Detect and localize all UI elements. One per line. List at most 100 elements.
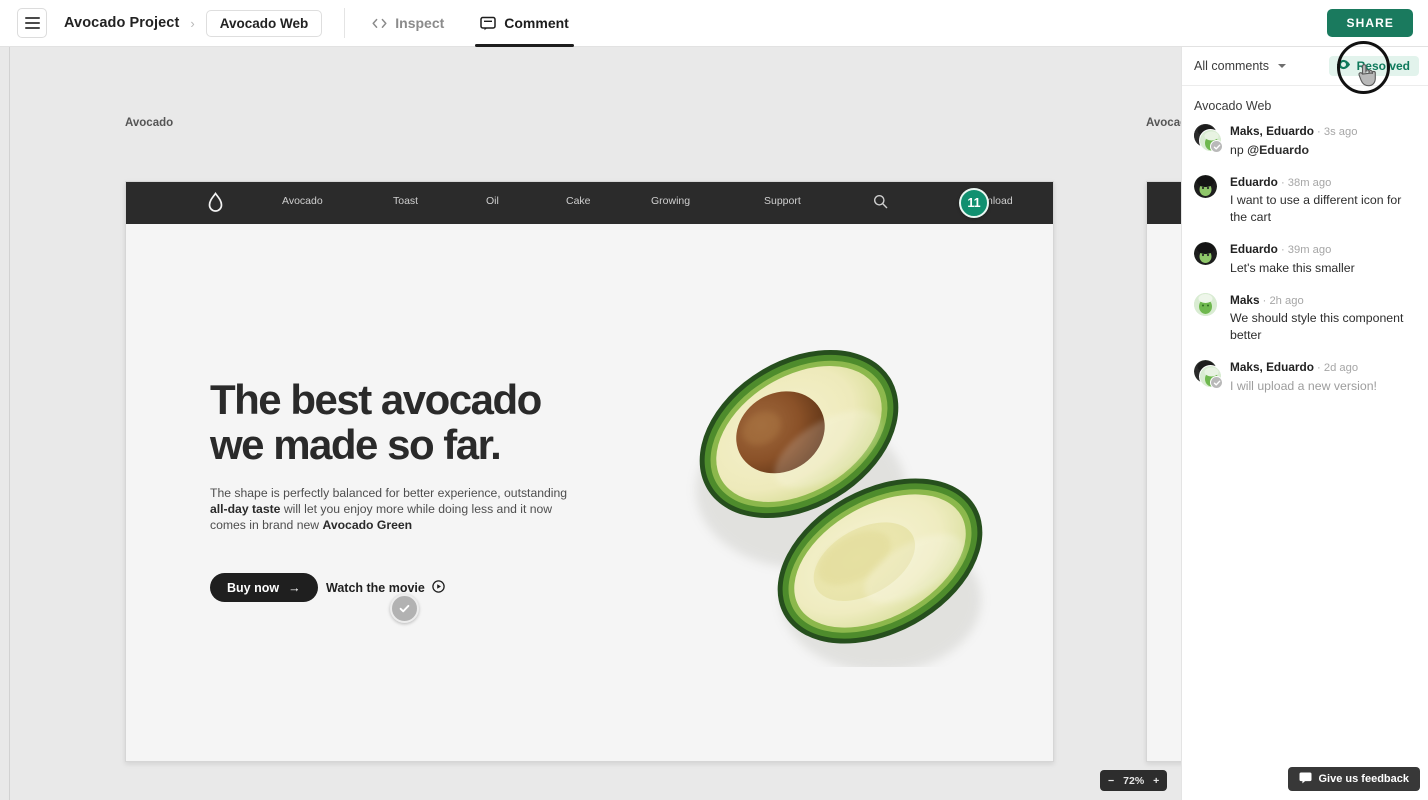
avatar <box>1194 174 1217 198</box>
comment-time: 2h ago <box>1269 294 1304 307</box>
give-feedback-label: Give us feedback <box>1318 773 1410 785</box>
tab-inspect[interactable]: Inspect <box>367 0 449 47</box>
comments-sidebar-header: All comments Resolved <box>1182 47 1428 86</box>
design-canvas[interactable]: Avocado Avocado Toast Oil Cake Growing S… <box>0 47 1181 800</box>
site-navbar-secondary <box>1147 182 1181 224</box>
hero-body-bold2: Avocado Green <box>322 518 413 533</box>
comment-time: 3s ago <box>1323 126 1358 138</box>
share-button[interactable]: SHARE <box>1327 9 1413 37</box>
comment-item[interactable]: Maks, Eduardo · 2d ago I will upload a new… <box>1182 353 1428 404</box>
comment-pin-count: 11 <box>967 196 981 210</box>
comment-author: Eduardo <box>1230 174 1278 189</box>
comment-pin-11[interactable]: 11 <box>959 188 989 218</box>
hero-headline: The best avocado we made so far. <box>210 376 542 468</box>
comment-author: Maks <box>1230 292 1260 307</box>
avatar-stack <box>1194 292 1220 319</box>
avatar-stack <box>1194 124 1223 153</box>
avatar-stack <box>1194 242 1220 268</box>
comment-author: Maks, Eduardo <box>1230 124 1314 138</box>
comment-text-plain: np <box>1230 142 1248 157</box>
canvas-left-edge <box>9 47 10 800</box>
comments-filter-label: All comments <box>1194 59 1270 73</box>
comment-item[interactable]: Eduardo · 38m ago I want to use a differen… <box>1182 168 1428 236</box>
play-circle-icon <box>432 579 445 596</box>
frame-label-main[interactable]: Avocado <box>125 117 173 129</box>
zoom-level-label: 72% <box>1123 774 1145 787</box>
resolved-badge-check-icon <box>1210 376 1223 390</box>
tab-comment-label: Comment <box>504 15 569 31</box>
comment-text: np @Eduardo <box>1230 142 1414 159</box>
site-nav-links: Avocado Toast Oil Cake Growing Support <box>126 182 1053 224</box>
comment-item[interactable]: Maks, Eduardo · 3s ago np @Eduardo <box>1182 117 1428 168</box>
buy-now-label: Buy now <box>227 580 280 595</box>
zoom-out-button[interactable]: − <box>1108 775 1114 787</box>
design-frame-secondary[interactable] <box>1146 181 1181 762</box>
tab-comment[interactable]: Comment <box>475 0 574 47</box>
resolved-comment-pin[interactable] <box>390 594 419 623</box>
resolved-toggle-label: Resolved <box>1356 59 1410 73</box>
breadcrumb-page-chip[interactable]: Avocado Web <box>205 9 323 37</box>
site-navbar: Avocado Toast Oil Cake Growing Support D… <box>126 182 1053 224</box>
arrow-right-icon: → <box>288 580 301 595</box>
comments-filter-dropdown[interactable]: All comments <box>1194 59 1287 73</box>
meta-dot: · <box>1316 360 1321 375</box>
comment-author: Eduardo <box>1230 242 1278 257</box>
comment-body: Eduardo · 38m ago I want to use a differen… <box>1230 175 1414 227</box>
resolved-toggle[interactable]: Resolved <box>1328 56 1419 76</box>
mode-tabs: Inspect Comment <box>367 0 600 47</box>
zoom-control[interactable]: − 72% + <box>1100 770 1168 791</box>
site-nav-link-toast[interactable]: Toast <box>393 195 418 207</box>
comment-mention[interactable]: @Eduardo <box>1247 143 1309 157</box>
comments-section-title: Avocado Web <box>1194 99 1272 113</box>
frame-label-secondary[interactable]: Avocado <box>1146 117 1181 129</box>
comment-body: Maks · 2h ago We should style this compone… <box>1230 293 1414 345</box>
hero-body-text: The shape is perfectly balanced for bett… <box>210 485 575 533</box>
comment-text: I want to use a different icon for the c… <box>1230 193 1402 225</box>
avatar-stack <box>1194 360 1223 390</box>
search-icon[interactable] <box>873 194 888 214</box>
give-feedback-button[interactable]: Give us feedback <box>1287 767 1420 791</box>
breadcrumb-project-name[interactable]: Avocado Project <box>64 15 179 31</box>
breadcrumb-separator: › <box>190 15 195 31</box>
avocado-halves-image <box>666 312 996 672</box>
site-nav-link-oil[interactable]: Oil <box>486 195 499 207</box>
hamburger-menu-icon[interactable] <box>17 8 47 38</box>
comment-body: Maks, Eduardo · 3s ago np @Eduardo <box>1230 124 1414 159</box>
hero-headline-line2: we made so far. <box>210 420 502 468</box>
chevron-down-icon <box>1278 64 1287 68</box>
avatar <box>1194 242 1217 266</box>
site-nav-link-growing[interactable]: Growing <box>651 195 690 207</box>
design-frame-main[interactable]: Avocado Toast Oil Cake Growing Support D… <box>125 181 1054 762</box>
watch-movie-button[interactable]: Watch the movie <box>326 573 445 602</box>
site-nav-link-support[interactable]: Support <box>764 195 801 207</box>
tab-inspect-label: Inspect <box>395 15 445 31</box>
comment-text: We should style this component better <box>1230 311 1404 343</box>
site-nav-link-cake[interactable]: Cake <box>566 195 591 207</box>
top-toolbar: Avocado Project › Avocado Web Inspect Co… <box>0 0 1428 47</box>
comment-item[interactable]: Eduardo · 39m ago Let's make this smaller <box>1182 235 1428 286</box>
comment-meta: Eduardo · 38m ago <box>1230 175 1414 191</box>
comment-item[interactable]: Maks · 2h ago We should style this compone… <box>1182 286 1428 354</box>
hero-body-part1: The shape is perfectly balanced for bett… <box>210 486 568 500</box>
hero-headline-line1: The best avocado <box>210 376 542 423</box>
avatar-stack <box>1194 174 1220 201</box>
toolbar-divider <box>344 8 346 38</box>
avatar <box>1194 292 1217 316</box>
comment-bubble-icon <box>1299 772 1312 787</box>
zoom-in-button[interactable]: + <box>1153 775 1159 787</box>
comments-sidebar: All comments Resolved Avocado Web Maks, … <box>1181 47 1428 800</box>
comment-text: I will upload a new version! <box>1230 378 1377 393</box>
check-icon <box>399 604 410 613</box>
comment-body: Eduardo · 39m ago Let's make this smaller <box>1230 242 1414 277</box>
resolved-badge-check-icon <box>1210 140 1223 153</box>
comment-time: 2d ago <box>1323 362 1359 375</box>
hero-body-bold1: all-day taste <box>210 502 281 517</box>
watch-movie-label: Watch the movie <box>326 580 425 595</box>
eye-icon <box>1336 59 1351 73</box>
meta-dot: · <box>1280 242 1285 257</box>
comment-meta: Eduardo · 39m ago <box>1230 242 1414 258</box>
code-brackets-icon <box>372 17 387 30</box>
site-nav-link-avocado[interactable]: Avocado <box>282 195 323 207</box>
meta-dot: · <box>1280 174 1285 189</box>
buy-now-button[interactable]: Buy now → <box>210 573 318 602</box>
